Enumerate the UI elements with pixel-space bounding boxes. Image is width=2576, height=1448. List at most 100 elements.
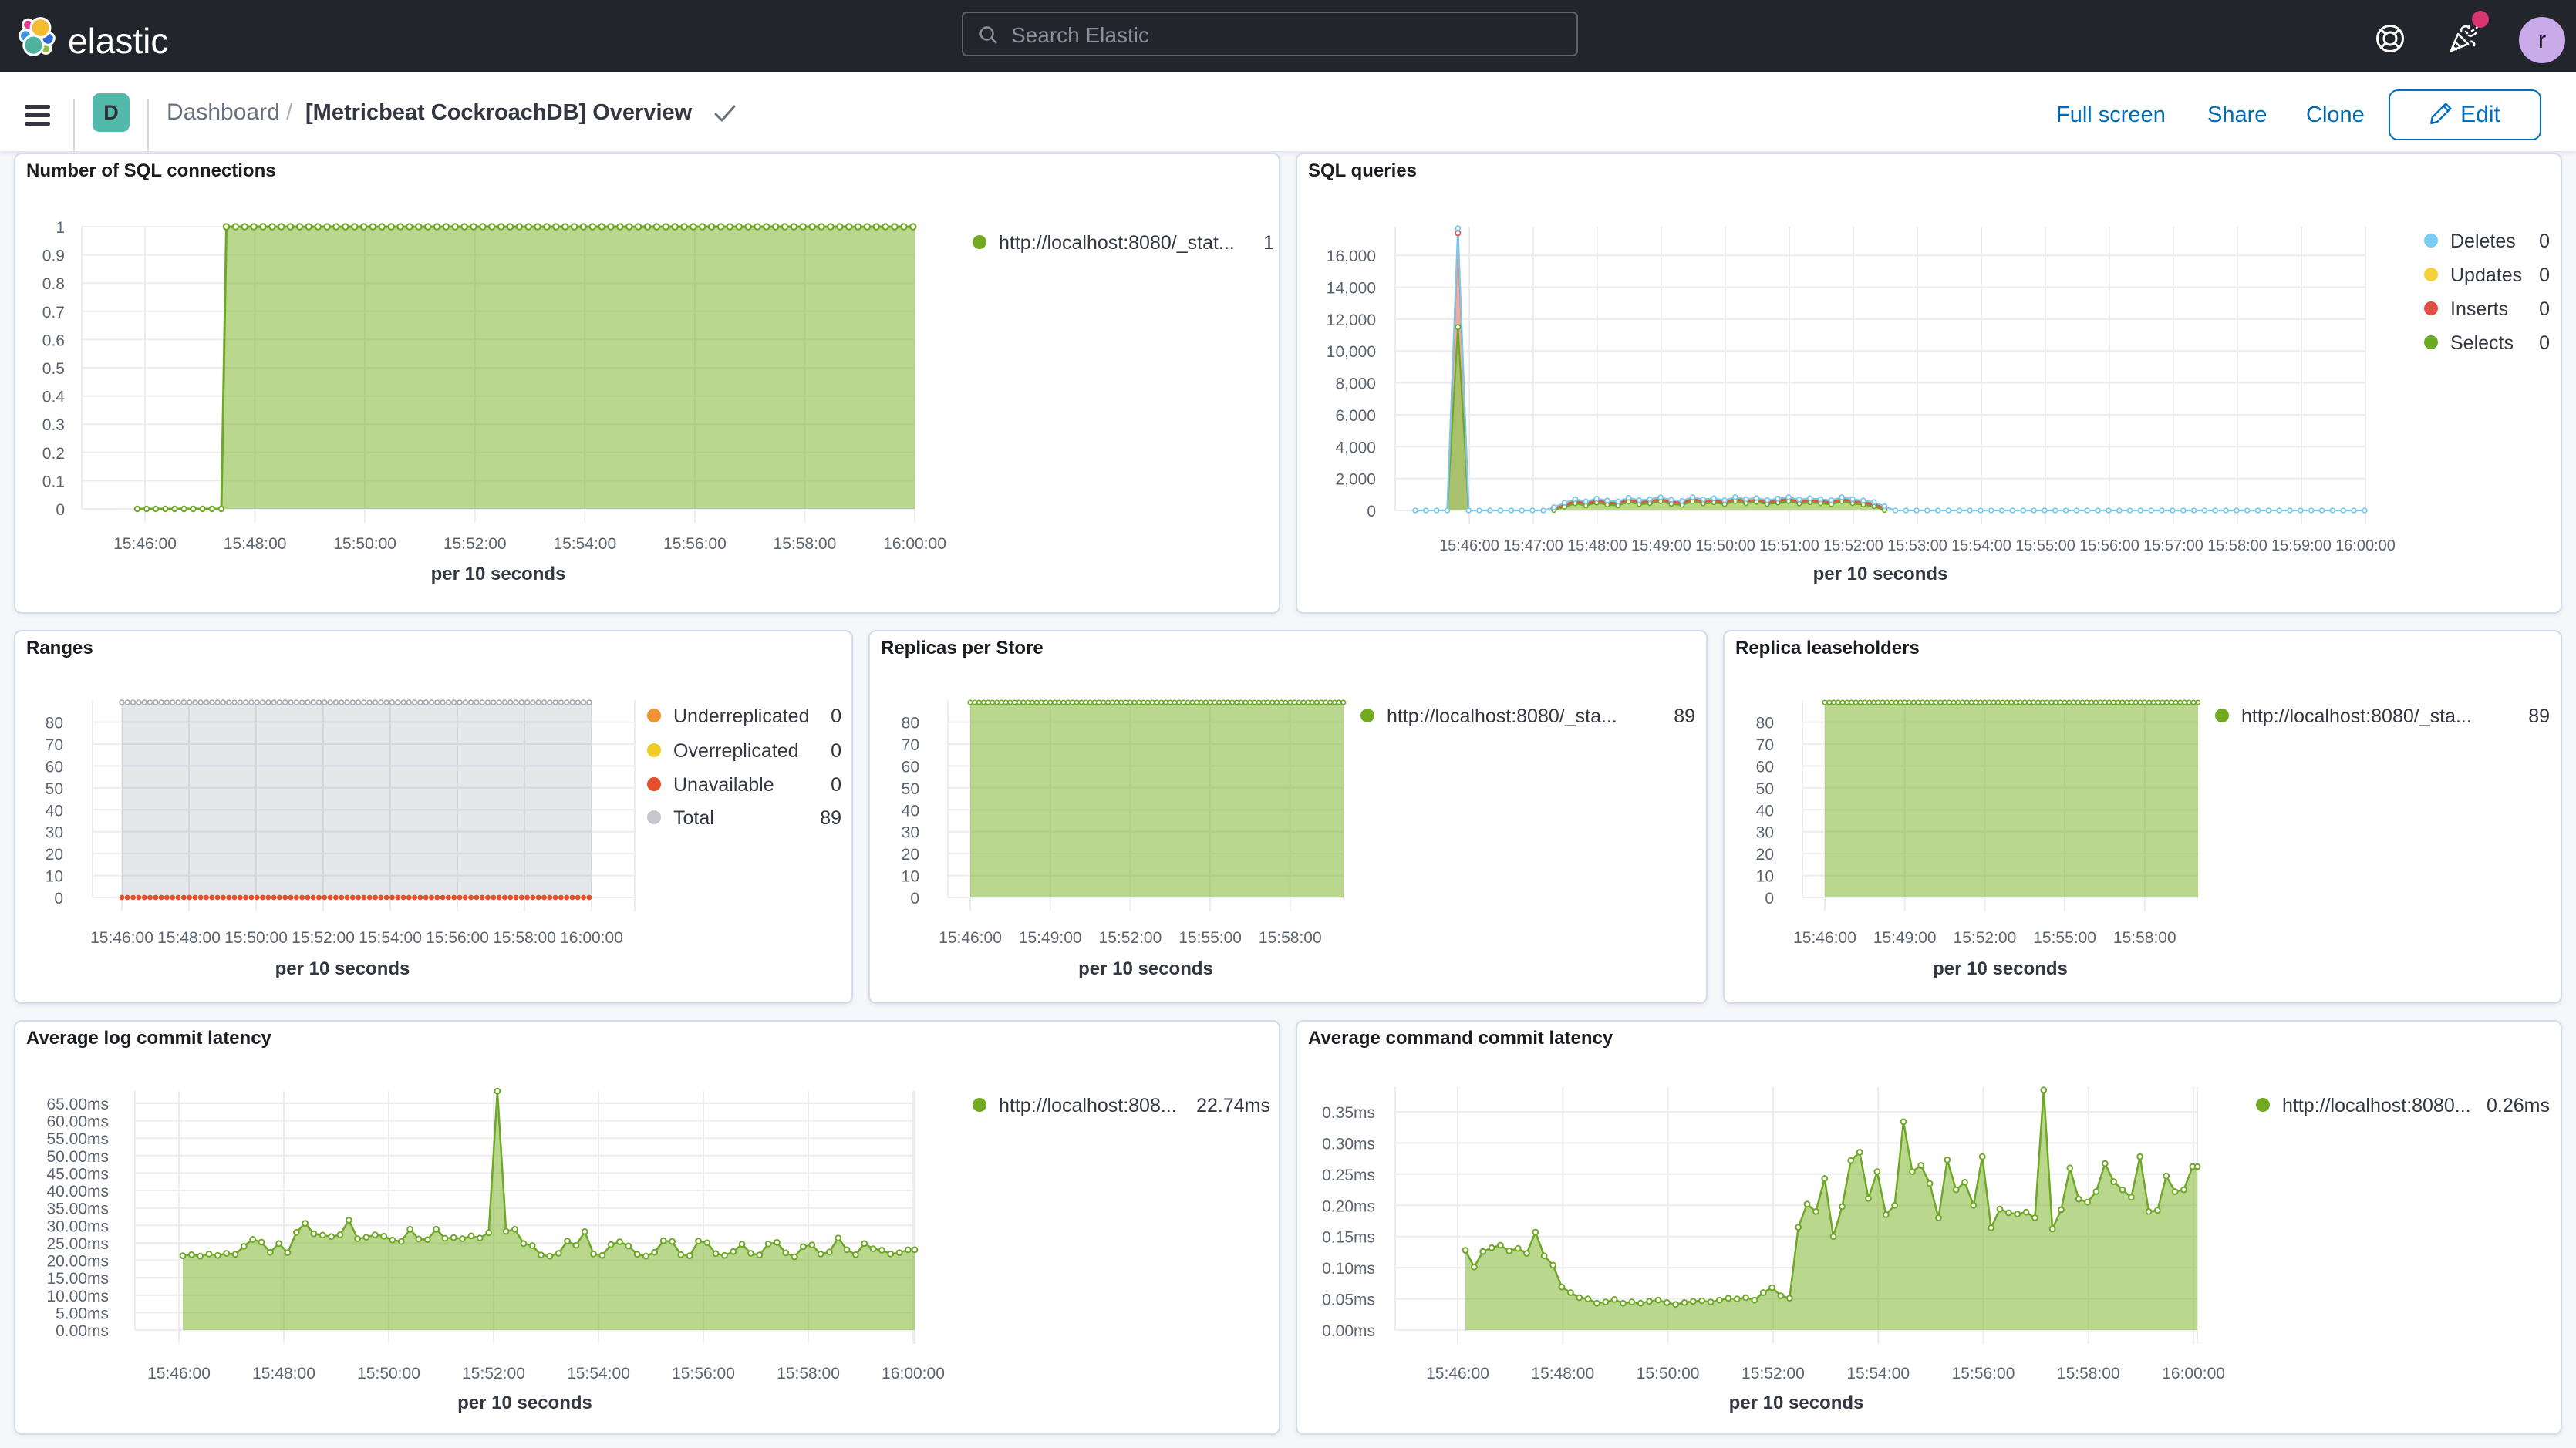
svg-text:15:46:00: 15:46:00 [1439, 537, 1499, 554]
svg-text:65.00ms: 65.00ms [46, 1096, 109, 1113]
svg-text:0.10ms: 0.10ms [1322, 1260, 1375, 1278]
svg-text:89: 89 [2528, 705, 2550, 727]
svg-text:15:50:00: 15:50:00 [1637, 1365, 1700, 1382]
svg-text:0.35ms: 0.35ms [1322, 1104, 1375, 1122]
svg-text:15:48:00: 15:48:00 [1531, 1365, 1594, 1382]
svg-text:15:55:00: 15:55:00 [2033, 929, 2096, 947]
svg-text:15:50:00: 15:50:00 [224, 929, 288, 947]
svg-text:0: 0 [831, 740, 841, 762]
svg-text:80: 80 [46, 715, 63, 732]
svg-text:Deletes: Deletes [2450, 231, 2516, 252]
svg-text:15:54:00: 15:54:00 [567, 1365, 630, 1382]
svg-text:0.00ms: 0.00ms [56, 1322, 109, 1340]
svg-text:6,000: 6,000 [1335, 407, 1376, 425]
svg-text:35.00ms: 35.00ms [46, 1200, 109, 1218]
svg-text:20.00ms: 20.00ms [46, 1253, 109, 1271]
svg-text:0.6: 0.6 [42, 332, 65, 349]
svg-text:15:54:00: 15:54:00 [553, 535, 616, 553]
svg-text:15:50:00: 15:50:00 [333, 535, 396, 553]
svg-text:Underreplicated: Underreplicated [673, 705, 810, 727]
svg-text:15:59:00: 15:59:00 [2271, 537, 2332, 554]
svg-text:22.74ms: 22.74ms [1196, 1095, 1270, 1116]
svg-text:15:51:00: 15:51:00 [1759, 537, 1819, 554]
svg-text:80: 80 [1756, 715, 1774, 732]
svg-text:15:55:00: 15:55:00 [1178, 929, 1242, 947]
svg-text:0: 0 [54, 890, 63, 908]
svg-text:http://localhost:8080...: http://localhost:8080... [2282, 1095, 2471, 1116]
svg-text:15:46:00: 15:46:00 [90, 929, 153, 947]
svg-text:15:55:00: 15:55:00 [2015, 537, 2075, 554]
svg-text:http://localhost:8080/_stat...: http://localhost:8080/_stat... [999, 232, 1235, 254]
svg-text:0: 0 [910, 890, 919, 908]
svg-text:15:58:00: 15:58:00 [774, 535, 837, 553]
svg-text:0.20ms: 0.20ms [1322, 1197, 1375, 1215]
svg-text:15:50:00: 15:50:00 [357, 1365, 420, 1382]
svg-text:15:58:00: 15:58:00 [2113, 929, 2176, 947]
svg-text:15:56:00: 15:56:00 [426, 929, 489, 947]
svg-text:0.1: 0.1 [42, 473, 65, 490]
svg-text:Selects: Selects [2450, 332, 2514, 354]
svg-text:http://localhost:8080/_sta...: http://localhost:8080/_sta... [1387, 705, 1617, 727]
svg-text:Unavailable: Unavailable [673, 774, 774, 796]
svg-text:0.25ms: 0.25ms [1322, 1167, 1375, 1184]
svg-text:15:58:00: 15:58:00 [2207, 537, 2267, 554]
svg-text:15:48:00: 15:48:00 [157, 929, 221, 947]
svg-text:0.9: 0.9 [42, 248, 65, 265]
svg-text:70: 70 [902, 736, 919, 754]
svg-text:Total: Total [673, 807, 714, 829]
svg-text:0: 0 [1367, 503, 1376, 520]
svg-text:15:48:00: 15:48:00 [224, 535, 287, 553]
svg-text:per 10 seconds: per 10 seconds [431, 564, 566, 584]
svg-text:0.30ms: 0.30ms [1322, 1135, 1375, 1153]
svg-text:15:52:00: 15:52:00 [1099, 929, 1162, 947]
svg-text:0: 0 [56, 501, 65, 519]
svg-text:15:49:00: 15:49:00 [1019, 929, 1082, 947]
svg-text:45.00ms: 45.00ms [46, 1165, 109, 1183]
svg-text:15:52:00: 15:52:00 [1823, 537, 1883, 554]
svg-text:0: 0 [2539, 298, 2550, 320]
svg-text:15:53:00: 15:53:00 [1887, 537, 1947, 554]
svg-text:10.00ms: 10.00ms [46, 1288, 109, 1305]
svg-text:15:46:00: 15:46:00 [1426, 1365, 1489, 1382]
svg-text:15:58:00: 15:58:00 [2057, 1365, 2120, 1382]
svg-text:15:48:00: 15:48:00 [252, 1365, 315, 1382]
svg-text:16,000: 16,000 [1327, 248, 1376, 265]
svg-text:50: 50 [902, 780, 919, 798]
svg-text:60: 60 [46, 758, 63, 776]
svg-text:16:00:00: 16:00:00 [882, 1365, 945, 1382]
svg-text:25.00ms: 25.00ms [46, 1235, 109, 1253]
svg-text:15:52:00: 15:52:00 [1741, 1365, 1805, 1382]
svg-text:10,000: 10,000 [1327, 343, 1376, 361]
svg-text:0.5: 0.5 [42, 360, 65, 378]
svg-text:5.00ms: 5.00ms [56, 1305, 109, 1322]
svg-text:15:52:00: 15:52:00 [1954, 929, 2017, 947]
svg-text:15:47:00: 15:47:00 [1503, 537, 1563, 554]
svg-text:2,000: 2,000 [1335, 471, 1376, 489]
svg-text:0: 0 [2539, 231, 2550, 252]
svg-text:50.00ms: 50.00ms [46, 1148, 109, 1166]
svg-text:15:58:00: 15:58:00 [493, 929, 556, 947]
svg-text:per 10 seconds: per 10 seconds [1729, 1392, 1864, 1413]
svg-text:Overreplicated: Overreplicated [673, 740, 799, 762]
svg-text:60: 60 [1756, 758, 1774, 776]
svg-text:89: 89 [820, 807, 841, 829]
svg-text:0.4: 0.4 [42, 389, 66, 406]
svg-text:per 10 seconds: per 10 seconds [1933, 958, 2068, 979]
svg-text:70: 70 [46, 736, 63, 754]
svg-text:0: 0 [2539, 264, 2550, 286]
svg-text:per 10 seconds: per 10 seconds [1078, 958, 1213, 979]
svg-text:70: 70 [1756, 736, 1774, 754]
svg-text:40: 40 [1756, 802, 1774, 820]
svg-text:15:48:00: 15:48:00 [1567, 537, 1627, 554]
svg-text:16:00:00: 16:00:00 [560, 929, 623, 947]
svg-text:15:57:00: 15:57:00 [2143, 537, 2203, 554]
svg-text:15:52:00: 15:52:00 [292, 929, 355, 947]
svg-text:http://localhost:8080/_sta...: http://localhost:8080/_sta... [2241, 705, 2472, 727]
svg-text:15:52:00: 15:52:00 [462, 1365, 525, 1382]
svg-text:55.00ms: 55.00ms [46, 1130, 109, 1148]
svg-text:0.7: 0.7 [42, 304, 65, 322]
svg-text:15:46:00: 15:46:00 [939, 929, 1002, 947]
svg-text:30: 30 [902, 824, 919, 842]
svg-text:10: 10 [902, 868, 919, 886]
svg-text:10: 10 [46, 868, 63, 886]
